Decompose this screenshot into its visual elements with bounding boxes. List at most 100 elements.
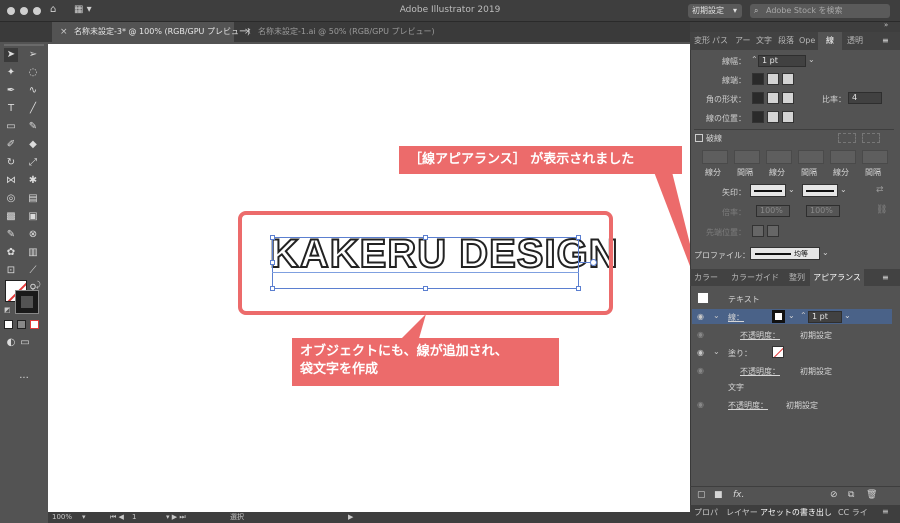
magic-wand-tool-icon[interactable]: ✦ — [4, 66, 18, 80]
tab-document-1[interactable]: × 名称未設定-1.ai @ 50% (RGB/GPU プレビュー) — [236, 22, 436, 42]
miter-limit-field[interactable]: 4 — [848, 92, 882, 104]
close-icon[interactable]: × — [244, 22, 252, 42]
panel-menu-icon[interactable]: ≡ — [882, 507, 889, 516]
fill-attribute-label[interactable]: 塗り： — [728, 348, 752, 359]
gap-field[interactable] — [734, 150, 760, 164]
tab-color[interactable]: カラー — [694, 269, 718, 286]
draw-mode-icon[interactable]: ◐ — [4, 336, 18, 350]
swap-arrowheads-icon[interactable]: ⇄ — [876, 185, 884, 195]
screen-mode-icon[interactable]: ▭ — [18, 336, 32, 350]
chevron-down-icon[interactable]: ▾ — [82, 512, 86, 523]
type-tool-icon[interactable]: T — [4, 102, 18, 116]
tab-properties[interactable]: プロパ — [694, 507, 718, 518]
rotate-tool-icon[interactable]: ↻ — [4, 156, 18, 170]
width-tool-icon[interactable]: ⋈ — [4, 174, 18, 188]
stroke-weight-field[interactable]: 1 pt — [758, 55, 806, 67]
status-arrow-icon[interactable]: ▶ — [348, 512, 353, 523]
shaper-tool-icon[interactable]: ✐ — [4, 138, 18, 152]
perspective-grid-tool-icon[interactable]: ▤ — [26, 192, 40, 206]
blend-tool-icon[interactable]: ⊗ — [26, 228, 40, 242]
visibility-eye-icon[interactable]: ◉ — [697, 400, 704, 409]
preserve-dash-icon[interactable] — [838, 133, 856, 143]
status-mode[interactable]: 選択 — [230, 512, 244, 523]
chevron-down-icon[interactable]: ⌄ — [844, 311, 851, 320]
visibility-eye-icon[interactable]: ◉ — [697, 330, 704, 339]
visibility-eye-icon[interactable]: ◉ — [697, 366, 704, 375]
slice-tool-icon[interactable]: ⟋ — [26, 264, 40, 278]
shape-builder-tool-icon[interactable]: ◎ — [4, 192, 18, 206]
end-scale-field[interactable]: 100% — [806, 205, 840, 217]
chevron-down-icon[interactable]: ⌄ — [840, 185, 847, 194]
stepper-icon[interactable]: ⌃ — [800, 311, 807, 320]
zoom-level[interactable]: 100% — [52, 512, 72, 523]
close-icon[interactable]: × — [60, 22, 68, 42]
stroke-color-swatch[interactable] — [772, 310, 785, 323]
bevel-join-icon[interactable] — [782, 92, 794, 104]
arrow-end-align-icon[interactable] — [767, 225, 779, 237]
none-mode-icon[interactable] — [30, 320, 39, 329]
visibility-eye-icon[interactable]: ◉ — [697, 312, 704, 321]
tab-layers[interactable]: レイヤー — [726, 507, 758, 518]
dock-collapse-bar[interactable]: » — [690, 21, 900, 32]
tools-grip[interactable] — [4, 44, 44, 46]
arrow-tip-align-icon[interactable] — [752, 225, 764, 237]
selection-tool-icon[interactable]: ➤ — [4, 48, 18, 62]
chevron-down-icon[interactable]: ⌄ — [822, 248, 829, 257]
default-fill-stroke-icon[interactable]: ◩ — [4, 306, 11, 314]
lasso-tool-icon[interactable]: ◌ — [26, 66, 40, 80]
miter-join-icon[interactable] — [752, 92, 764, 104]
collapse-icon[interactable]: » — [884, 21, 888, 29]
mesh-tool-icon[interactable]: ▩ — [4, 210, 18, 224]
delete-item-icon[interactable]: 🗑 — [866, 490, 877, 500]
chevron-down-icon[interactable]: ⌄ — [713, 311, 720, 320]
dash-field[interactable] — [766, 150, 792, 164]
line-tool-icon[interactable]: ╱ — [26, 102, 40, 116]
chevron-down-icon[interactable]: ⌄ — [713, 347, 720, 356]
round-cap-icon[interactable] — [767, 73, 779, 85]
chevron-down-icon[interactable]: ⌄ — [808, 55, 815, 64]
color-mode-icon[interactable] — [4, 320, 13, 329]
first-artboard-icon[interactable]: ⏮ ◀ — [110, 512, 124, 523]
eraser-tool-icon[interactable]: ◆ — [26, 138, 40, 152]
tab-opentype[interactable]: Ope — [799, 32, 815, 50]
stroke-opacity-label[interactable]: 不透明度： — [740, 330, 780, 341]
tab-artboards[interactable]: アー — [735, 32, 751, 50]
object-opacity-label[interactable]: 不透明度： — [728, 400, 768, 411]
fill-opacity-label[interactable]: 不透明度： — [740, 366, 780, 377]
dash-field[interactable] — [702, 150, 728, 164]
stock-search-input[interactable]: Adobe Stock を検索 — [750, 4, 890, 18]
align-dash-icon[interactable] — [862, 133, 880, 143]
tab-align[interactable]: 整列 — [789, 269, 805, 286]
align-center-icon[interactable] — [752, 111, 764, 123]
artboard-tool-icon[interactable]: ⊡ — [4, 264, 18, 278]
swap-fill-stroke-icon[interactable]: ⤸ — [36, 280, 41, 290]
panel-menu-icon[interactable]: ≡ — [882, 32, 889, 50]
gap-field[interactable] — [862, 150, 888, 164]
graph-tool-icon[interactable]: ▥ — [26, 246, 40, 260]
tab-pathfinder[interactable]: パス — [712, 32, 728, 50]
round-join-icon[interactable] — [767, 92, 779, 104]
duplicate-item-icon[interactable]: ⧉ — [848, 490, 854, 500]
add-fill-icon[interactable]: ■ — [714, 490, 723, 500]
gradient-tool-icon[interactable]: ▣ — [26, 210, 40, 224]
chevron-down-icon[interactable]: ⌄ — [788, 311, 795, 320]
stepper-icon[interactable]: ⌃ — [751, 55, 758, 64]
chevron-down-icon[interactable]: ⌄ — [788, 185, 795, 194]
panel-menu-icon[interactable]: ≡ — [882, 269, 889, 286]
add-effect-button[interactable]: fx. — [733, 490, 744, 500]
scale-tool-icon[interactable]: ⤢ — [26, 156, 40, 170]
appearance-stroke-weight[interactable]: 1 pt — [808, 311, 842, 323]
dash-field[interactable] — [830, 150, 856, 164]
rectangle-tool-icon[interactable]: ▭ — [4, 120, 18, 134]
clear-appearance-icon[interactable]: ⊘ — [830, 490, 838, 500]
tab-color-guide[interactable]: カラーガイド — [731, 269, 779, 286]
fill-none-swatch[interactable] — [772, 346, 784, 358]
artboard-number[interactable]: 1 — [132, 512, 136, 523]
symbol-sprayer-tool-icon[interactable]: ✿ — [4, 246, 18, 260]
align-outside-icon[interactable] — [782, 111, 794, 123]
butt-cap-icon[interactable] — [752, 73, 764, 85]
tab-appearance[interactable]: アピアランス — [810, 269, 864, 286]
tab-stroke[interactable]: 線 — [818, 32, 842, 50]
align-inside-icon[interactable] — [767, 111, 779, 123]
tab-transparency[interactable]: 透明 — [847, 32, 863, 50]
